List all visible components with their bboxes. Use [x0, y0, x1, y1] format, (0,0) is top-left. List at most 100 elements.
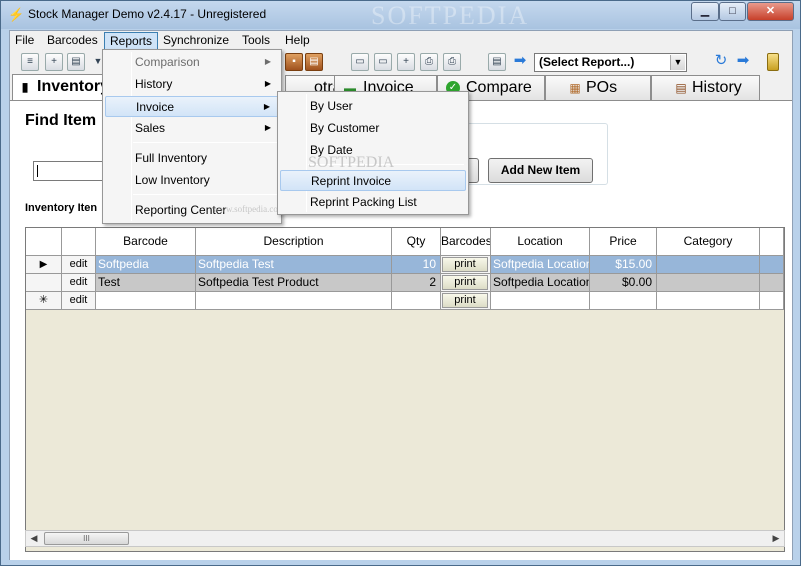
location-cell[interactable]: Softpedia Location — [491, 274, 590, 292]
submenu-item-by-customer[interactable]: By Customer — [280, 118, 466, 139]
scroll-thumb[interactable]: III — [44, 532, 129, 545]
watermark-url: www.softpedia.com — [213, 204, 285, 214]
header-location[interactable]: Location — [491, 228, 590, 256]
print-button[interactable]: print — [442, 275, 488, 290]
barcode-icon: ▮ — [21, 80, 29, 94]
qty-cell[interactable]: 2 — [392, 274, 441, 292]
maximize-button[interactable]: □ — [719, 2, 746, 21]
submenu-arrow-icon: ▶ — [264, 79, 271, 88]
submenu-item-reprint-invoice[interactable]: Reprint Invoice — [280, 170, 466, 191]
export-icon[interactable]: ▤ — [67, 53, 85, 71]
table-row-new[interactable]: ✳ edit print — [26, 292, 784, 310]
price-cell[interactable] — [590, 292, 657, 310]
menu-separator — [133, 142, 277, 143]
header-price[interactable]: Price — [590, 228, 657, 256]
window-copy-icon[interactable]: ▭ — [374, 53, 392, 71]
forward-arrow-icon[interactable]: ➡ — [734, 53, 752, 71]
extra-cell[interactable] — [760, 292, 784, 310]
chevron-down-icon[interactable]: ▼ — [670, 55, 685, 70]
header-description[interactable]: Description — [196, 228, 392, 256]
edit-button[interactable]: edit — [62, 274, 96, 292]
report-icon[interactable]: ▤ — [488, 53, 506, 71]
category-cell[interactable] — [657, 256, 760, 274]
menu-bar: File Barcodes Reports Synchronize Tools … — [10, 31, 792, 50]
menu-item-sales[interactable]: Sales ▶ — [105, 118, 279, 139]
location-cell[interactable]: Softpedia Location — [491, 256, 590, 274]
menu-item-history[interactable]: History ▶ — [105, 74, 279, 95]
print-preview-icon[interactable]: ⎙ — [443, 53, 461, 71]
extra-cell[interactable] — [760, 256, 784, 274]
grid-header: Barcode Description Qty Barcodes Locatio… — [26, 228, 784, 256]
menu-reports[interactable]: Reports — [104, 32, 159, 50]
window-add-icon[interactable]: + — [397, 53, 415, 71]
print-button[interactable]: print — [442, 293, 488, 308]
print-button[interactable]: print — [442, 257, 488, 272]
category-cell[interactable] — [657, 274, 760, 292]
category-cell[interactable] — [657, 292, 760, 310]
price-cell[interactable]: $0.00 — [590, 274, 657, 292]
box-icon[interactable]: ▪ — [285, 53, 303, 71]
barcode-cell[interactable] — [96, 292, 196, 310]
minimize-button[interactable]: ▁ — [691, 2, 719, 21]
menu-help[interactable]: Help — [280, 32, 315, 50]
menu-item-label: Invoice — [136, 100, 175, 114]
new-row-asterisk-icon[interactable]: ✳ — [26, 292, 62, 310]
row-selector[interactable] — [26, 274, 62, 292]
location-cell[interactable] — [491, 292, 590, 310]
header-selector[interactable] — [26, 228, 62, 256]
inventory-grid[interactable]: Barcode Description Qty Barcodes Locatio… — [25, 227, 785, 552]
menu-item-invoice[interactable]: Invoice ▶ — [105, 96, 279, 117]
close-button[interactable]: ✕ — [747, 2, 794, 21]
row-selector-arrow-icon[interactable]: ▶ — [26, 256, 62, 274]
tab-history[interactable]: ▤ History — [651, 75, 760, 100]
submenu-arrow-icon: ▶ — [264, 57, 271, 66]
submenu-arrow-icon: ▶ — [264, 123, 271, 132]
submenu-arrow-icon: ▶ — [263, 102, 270, 111]
menu-tools[interactable]: Tools — [237, 32, 275, 50]
tab-inventory[interactable]: ▮ Inventory — [12, 74, 112, 101]
qty-cell[interactable]: 10 — [392, 256, 441, 274]
tab-pos[interactable]: ▦ POs — [545, 75, 651, 100]
find-item-input[interactable] — [33, 161, 113, 181]
cabinet-icon[interactable]: ▤ — [305, 53, 323, 71]
menu-file[interactable]: File — [10, 32, 39, 50]
menu-barcodes[interactable]: Barcodes — [42, 32, 103, 50]
title-bar[interactable]: ⚡ Stock Manager Demo v2.4.17 - Unregiste… — [1, 1, 800, 30]
header-qty[interactable]: Qty — [392, 228, 441, 256]
horizontal-scrollbar[interactable]: ◀ III ▶ — [25, 530, 785, 547]
list-icon[interactable]: ≡ — [21, 53, 39, 71]
add-new-item-button[interactable]: Add New Item — [488, 158, 593, 183]
header-barcode[interactable]: Barcode — [96, 228, 196, 256]
qty-cell[interactable] — [392, 292, 441, 310]
description-cell[interactable] — [196, 292, 392, 310]
table-row[interactable]: edit Test Softpedia Test Product 2 print… — [26, 274, 784, 292]
menu-separator — [133, 194, 277, 195]
refresh-icon[interactable]: ↻ — [712, 53, 730, 71]
submenu-item-reprint-packing-list[interactable]: Reprint Packing List — [280, 192, 466, 213]
report-select[interactable]: (Select Report...) ▼ — [534, 53, 687, 72]
edit-button[interactable]: edit — [62, 256, 96, 274]
header-barcodes[interactable]: Barcodes — [441, 228, 491, 256]
edit-button[interactable]: edit — [62, 292, 96, 310]
menu-item-full-inventory[interactable]: Full Inventory — [105, 148, 279, 169]
table-row[interactable]: ▶ edit Softpedia Softpedia Test 10 print… — [26, 256, 784, 274]
scroll-right-icon[interactable]: ▶ — [769, 532, 783, 545]
scroll-left-icon[interactable]: ◀ — [27, 532, 41, 545]
header-category[interactable]: Category — [657, 228, 760, 256]
go-arrow-icon[interactable]: ➡ — [511, 53, 529, 71]
add-item-icon[interactable]: + — [45, 53, 63, 71]
menu-synchronize[interactable]: Synchronize — [158, 32, 234, 50]
submenu-item-by-user[interactable]: By User — [280, 96, 466, 117]
window-icon[interactable]: ▭ — [351, 53, 369, 71]
barcode-cell[interactable]: Softpedia — [96, 256, 196, 274]
menu-item-comparison[interactable]: Comparison ▶ — [105, 52, 279, 73]
description-cell[interactable]: Softpedia Test — [196, 256, 392, 274]
menu-item-low-inventory[interactable]: Low Inventory — [105, 170, 279, 191]
battery-icon[interactable] — [767, 53, 779, 71]
print-icon[interactable]: ⎙ — [420, 53, 438, 71]
barcode-cell[interactable]: Test — [96, 274, 196, 292]
description-cell[interactable]: Softpedia Test Product — [196, 274, 392, 292]
extra-cell[interactable] — [760, 274, 784, 292]
header-edit[interactable] — [62, 228, 96, 256]
price-cell[interactable]: $15.00 — [590, 256, 657, 274]
